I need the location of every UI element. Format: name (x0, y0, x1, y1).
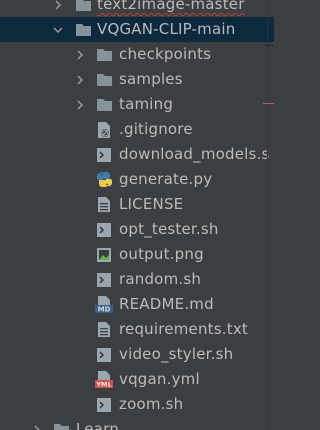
tree-item-label: README.md (119, 295, 214, 313)
tree-item-label: requirements.txt (119, 320, 248, 338)
tree-item-video-styler[interactable]: video_styler.sh (0, 342, 274, 367)
shell-script-icon (95, 221, 113, 239)
tree-item-label: generate.py (119, 170, 213, 188)
svg-text:MD: MD (98, 306, 111, 314)
folder-icon (52, 421, 70, 430)
tree-item-label: LICENSE (119, 195, 184, 213)
text-file-icon (95, 196, 113, 214)
folder-icon (74, 21, 92, 39)
tree-item-zoom-sh[interactable]: zoom.sh (0, 392, 274, 417)
tree-item-readme[interactable]: MD README.md (0, 292, 274, 317)
tree-item-checkpoints[interactable]: checkpoints (0, 42, 274, 67)
chevron-right-icon[interactable] (31, 424, 43, 430)
tree-item-label: text2image-master (97, 0, 245, 13)
tree-item-label: checkpoints (119, 45, 212, 63)
chevron-down-icon[interactable] (52, 24, 64, 36)
shell-script-icon (95, 146, 113, 164)
shell-script-icon (95, 396, 113, 414)
folder-icon (74, 0, 92, 14)
shell-script-icon (95, 346, 113, 364)
python-file-icon (95, 171, 113, 189)
tree-item-output-png[interactable]: output.png (0, 242, 274, 267)
tree-item-label: video_styler.sh (119, 345, 234, 363)
chevron-right-icon[interactable] (52, 0, 64, 11)
gutter-marker (264, 45, 274, 46)
tree-item-label: .gitignore (119, 120, 193, 138)
text-file-icon (95, 321, 113, 339)
image-file-icon (95, 246, 113, 264)
tree-item-label: vqgan.yml (119, 370, 200, 388)
ignore-file-icon (95, 121, 113, 139)
tree-item-label: Learn (76, 420, 119, 430)
tree-item-label: random.sh (119, 270, 202, 288)
tree-item-learn[interactable]: Learn (0, 417, 274, 430)
tree-item-label: opt_tester.sh (119, 220, 219, 238)
tree-item-label: VQGAN-CLIP-main (97, 20, 236, 38)
tree-item-text2image-master[interactable]: text2image-master (0, 0, 274, 17)
editor-divider (267, 0, 268, 430)
tree-item-requirements[interactable]: requirements.txt (0, 317, 274, 342)
chevron-right-icon[interactable] (74, 99, 86, 111)
tree-item-label: output.png (119, 245, 204, 263)
tree-item-opt-tester[interactable]: opt_tester.sh (0, 217, 274, 242)
folder-icon (95, 96, 113, 114)
tree-item-generate-py[interactable]: generate.py (0, 167, 274, 192)
tree-item-gitignore[interactable]: .gitignore (0, 117, 274, 142)
tree-item-label: download_models.s (119, 145, 270, 163)
tree-item-label: zoom.sh (119, 395, 184, 413)
folder-icon (95, 71, 113, 89)
markdown-file-icon: MD (95, 296, 113, 314)
tree-item-samples[interactable]: samples (0, 67, 274, 92)
shell-script-icon (95, 271, 113, 289)
chevron-right-icon[interactable] (74, 49, 86, 61)
tree-item-random-sh[interactable]: random.sh (0, 267, 274, 292)
tree-item-vqgan-yml[interactable]: YML vqgan.yml (0, 367, 274, 392)
tree-item-license[interactable]: LICENSE (0, 192, 274, 217)
tree-item-taming[interactable]: taming (0, 92, 274, 117)
yaml-file-icon: YML (95, 371, 113, 389)
tree-item-label: samples (119, 70, 183, 88)
error-marker (263, 103, 274, 104)
tree-item-label: taming (119, 95, 174, 113)
tree-item-download-models[interactable]: download_models.s (0, 142, 274, 167)
folder-icon (95, 46, 113, 64)
svg-text:YML: YML (95, 381, 111, 389)
tree-item-vqgan-clip-main[interactable]: VQGAN-CLIP-main (0, 17, 274, 42)
chevron-right-icon[interactable] (74, 74, 86, 86)
project-tree: text2image-master VQGAN-CLIP-main checkp… (0, 0, 274, 430)
